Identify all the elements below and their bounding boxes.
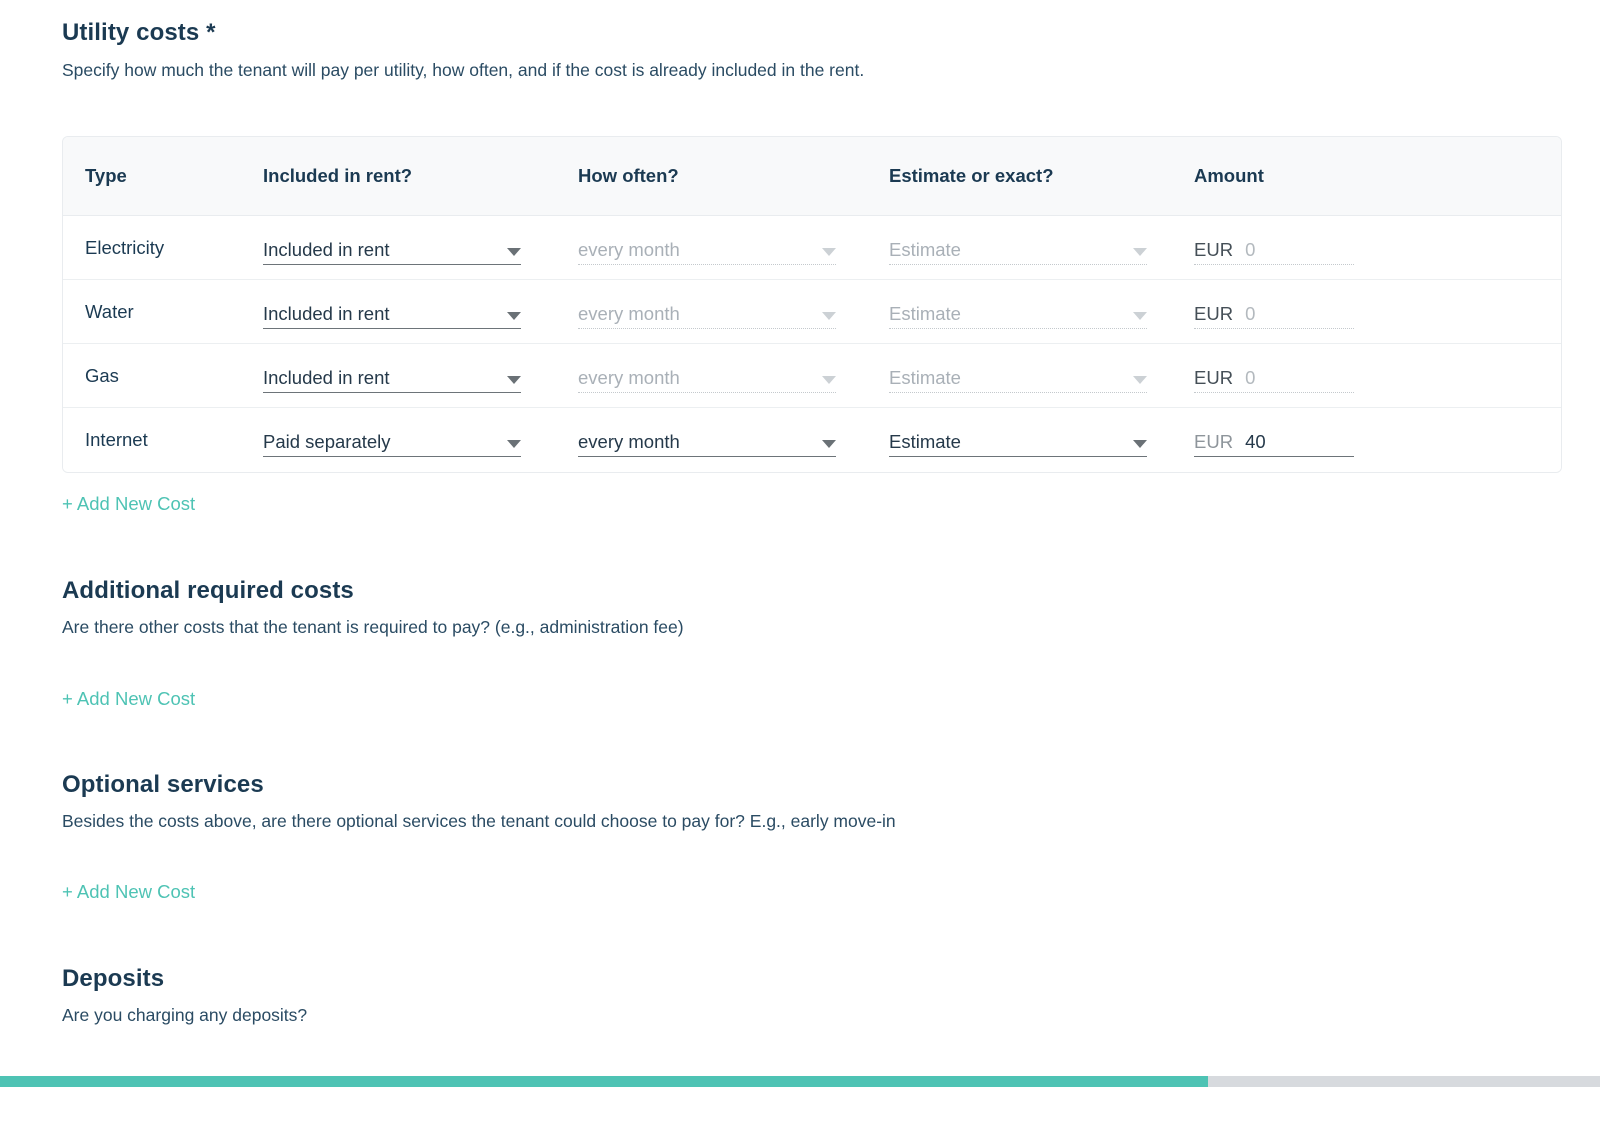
chevron-down-icon xyxy=(822,311,836,320)
currency-label: EUR xyxy=(1194,238,1234,260)
table-header-row: Type Included in rent? How often? Estima… xyxy=(63,137,1561,216)
included-in-rent-select[interactable]: Paid separately xyxy=(263,423,521,457)
field-underline xyxy=(263,391,521,393)
table-row: Water Included in rent every month Estim… xyxy=(63,280,1561,344)
chevron-down-icon xyxy=(822,247,836,256)
amount-input[interactable]: EUR 0 xyxy=(1194,359,1354,393)
deposits-title: Deposits xyxy=(62,965,165,992)
how-often-value: every month xyxy=(578,431,680,452)
field-underline xyxy=(578,391,836,393)
included-in-rent-value: Included in rent xyxy=(263,366,390,388)
estimate-or-exact-select[interactable]: Estimate xyxy=(889,231,1147,265)
included-in-rent-value: Included in rent xyxy=(263,238,390,260)
chevron-down-icon xyxy=(1133,440,1147,448)
optional-services-title: Optional services xyxy=(62,771,264,798)
included-in-rent-select[interactable]: Included in rent xyxy=(263,231,521,265)
add-new-cost-optional-link[interactable]: + Add New Cost xyxy=(62,881,195,903)
field-underline xyxy=(889,391,1147,393)
how-often-value: every month xyxy=(578,366,680,388)
column-header-amount: Amount xyxy=(1194,165,1264,186)
amount-input[interactable]: EUR 0 xyxy=(1194,295,1354,329)
amount-value: 40 xyxy=(1245,431,1266,452)
progress-bar-fill xyxy=(0,1076,1208,1087)
field-underline xyxy=(1194,263,1354,265)
additional-required-costs-description: Are there other costs that the tenant is… xyxy=(62,617,684,637)
currency-label: EUR xyxy=(1194,366,1234,388)
included-in-rent-select[interactable]: Included in rent xyxy=(263,359,521,393)
estimate-or-exact-value: Estimate xyxy=(889,366,961,388)
deposits-description: Are you charging any deposits? xyxy=(62,1005,308,1025)
amount-value: 0 xyxy=(1245,366,1256,388)
field-underline xyxy=(889,327,1147,329)
add-new-cost-utility-link[interactable]: + Add New Cost xyxy=(62,493,195,515)
currency-label: EUR xyxy=(1194,431,1234,452)
field-underline xyxy=(1194,391,1354,393)
additional-required-costs-section: Additional required costs Are there othe… xyxy=(62,576,1562,640)
add-new-cost-additional-link[interactable]: + Add New Cost xyxy=(62,688,195,710)
field-underline xyxy=(263,263,521,265)
how-often-value: every month xyxy=(578,302,680,324)
utility-type-label: Internet xyxy=(85,429,148,450)
utility-type-label: Electricity xyxy=(85,236,165,258)
how-often-select[interactable]: every month xyxy=(578,295,836,329)
included-in-rent-value: Paid separately xyxy=(263,431,391,452)
currency-label: EUR xyxy=(1194,302,1234,324)
column-header-how-often: How often? xyxy=(578,165,679,186)
estimate-or-exact-select[interactable]: Estimate xyxy=(889,423,1147,457)
field-underline xyxy=(1194,456,1354,457)
field-underline xyxy=(1194,327,1354,329)
estimate-or-exact-select[interactable]: Estimate xyxy=(889,295,1147,329)
amount-input[interactable]: EUR 0 xyxy=(1194,231,1354,265)
how-often-select[interactable]: every month xyxy=(578,359,836,393)
how-often-select[interactable]: every month xyxy=(578,231,836,265)
amount-value: 0 xyxy=(1245,238,1256,260)
additional-required-costs-title: Additional required costs xyxy=(62,577,354,604)
estimate-or-exact-value: Estimate xyxy=(889,302,961,324)
column-header-type: Type xyxy=(85,165,127,186)
chevron-down-icon xyxy=(507,375,521,384)
utility-costs-description: Specify how much the tenant will pay per… xyxy=(62,60,865,80)
chevron-down-icon xyxy=(1133,375,1147,384)
utility-costs-table: Type Included in rent? How often? Estima… xyxy=(62,136,1562,473)
field-underline xyxy=(263,456,521,457)
utility-costs-title: Utility costs * xyxy=(62,19,216,46)
field-underline xyxy=(263,327,521,329)
utility-costs-section: Utility costs * Specify how much the ten… xyxy=(62,18,1562,83)
estimate-or-exact-select[interactable]: Estimate xyxy=(889,359,1147,393)
chevron-down-icon xyxy=(822,440,836,448)
how-often-select[interactable]: every month xyxy=(578,423,836,457)
chevron-down-icon xyxy=(1133,311,1147,320)
optional-services-description: Besides the costs above, are there optio… xyxy=(62,811,896,831)
how-often-value: every month xyxy=(578,238,680,260)
field-underline xyxy=(889,456,1147,457)
amount-value: 0 xyxy=(1245,302,1256,324)
field-underline xyxy=(578,263,836,265)
table-row: Electricity Included in rent every month… xyxy=(63,216,1561,280)
field-underline xyxy=(578,456,836,457)
chevron-down-icon xyxy=(507,311,521,320)
chevron-down-icon xyxy=(507,440,521,448)
progress-bar-track xyxy=(0,1076,1600,1087)
deposits-section: Deposits Are you charging any deposits? xyxy=(62,964,1562,1028)
estimate-or-exact-value: Estimate xyxy=(889,238,961,260)
field-underline xyxy=(578,327,836,329)
utility-costs-form-page: Utility costs * Specify how much the ten… xyxy=(0,0,1600,1121)
amount-input[interactable]: EUR 40 xyxy=(1194,423,1354,457)
utility-type-label: Water xyxy=(85,300,134,322)
table-row: Internet Paid separately every month Est… xyxy=(63,408,1561,472)
chevron-down-icon xyxy=(822,375,836,384)
chevron-down-icon xyxy=(507,247,521,256)
column-header-estimate-or-exact: Estimate or exact? xyxy=(889,165,1054,186)
field-underline xyxy=(889,263,1147,265)
estimate-or-exact-value: Estimate xyxy=(889,431,961,452)
included-in-rent-value: Included in rent xyxy=(263,302,390,324)
table-row: Gas Included in rent every month Estimat… xyxy=(63,344,1561,408)
chevron-down-icon xyxy=(1133,247,1147,256)
included-in-rent-select[interactable]: Included in rent xyxy=(263,295,521,329)
utility-type-label: Gas xyxy=(85,364,119,386)
column-header-included-in-rent: Included in rent? xyxy=(263,165,413,186)
optional-services-section: Optional services Besides the costs abov… xyxy=(62,770,1562,834)
